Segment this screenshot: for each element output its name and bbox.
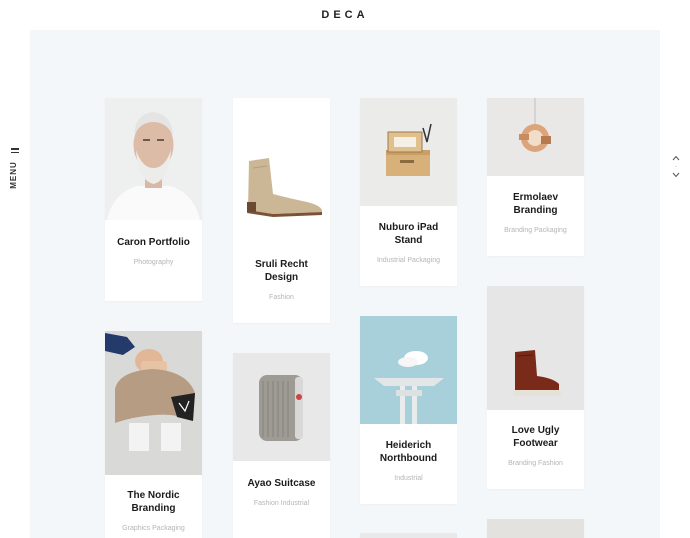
- portrait-image: [105, 98, 202, 220]
- menu-toggle[interactable]: MENU: [6, 148, 24, 190]
- header: DECA: [0, 0, 690, 30]
- chevron-up-icon[interactable]: [671, 154, 681, 163]
- card-tags: Fashion Industrial: [253, 500, 310, 507]
- cup-carrier-image: [105, 331, 202, 475]
- portfolio-grid: Caron Portfolio Photography Sruli Recht …: [30, 30, 660, 538]
- boot-image: [233, 98, 330, 244]
- card-title: The Nordic Branding: [127, 490, 180, 514]
- card-title: Heiderich Northbound: [379, 440, 438, 464]
- card-title: Love Ugly Footwear: [511, 425, 560, 449]
- brown-boot-image: [487, 286, 584, 410]
- portfolio-card-ayao[interactable]: Ayao Suitcase Fashion Industrial: [233, 353, 330, 538]
- portfolio-card-caron[interactable]: Caron Portfolio Photography: [105, 98, 202, 301]
- card-tags: Photography: [133, 259, 174, 266]
- scroll-dot: ·: [675, 164, 677, 170]
- card-tags: Branding Fashion: [508, 460, 563, 467]
- card-title: Nuburo iPad Stand: [378, 222, 439, 246]
- scroll-nav: ·: [671, 154, 681, 184]
- portfolio-card-heiderich[interactable]: Heiderich Northbound Industrial: [360, 316, 457, 504]
- card-title: Caron Portfolio: [117, 237, 190, 248]
- portfolio-card-partial[interactable]: [360, 533, 457, 538]
- portfolio-card-partial[interactable]: [487, 519, 584, 538]
- card-title: Ayao Suitcase: [247, 478, 316, 489]
- portfolio-card-love-ugly[interactable]: Love Ugly Footwear Branding Fashion: [487, 286, 584, 489]
- card-title: Ermolaev Branding: [512, 192, 559, 216]
- card-tags: Graphics Packaging: [122, 525, 185, 532]
- ipad-stand-image: [360, 98, 457, 206]
- card-tags: Branding Packaging: [504, 227, 567, 234]
- menu-label: MENU: [9, 161, 18, 189]
- suitcase-image: [233, 353, 330, 461]
- card-title: Sruli Recht Design: [255, 259, 308, 283]
- portfolio-card-nuburo[interactable]: Nuburo iPad Stand Industrial Packaging: [360, 98, 457, 286]
- hanging-lamp-image: [487, 98, 584, 176]
- portfolio-card-nordic[interactable]: The Nordic Branding Graphics Packaging: [105, 331, 202, 538]
- portfolio-card-sruli-recht[interactable]: Sruli Recht Design Fashion: [233, 98, 330, 323]
- chevron-down-icon[interactable]: [671, 171, 681, 180]
- portfolio-card-ermolaev[interactable]: Ermolaev Branding Branding Packaging: [487, 98, 584, 256]
- site-logo[interactable]: DECA: [0, 9, 690, 21]
- water-tower-image: [360, 316, 457, 424]
- card-tags: Fashion: [269, 294, 294, 301]
- card-tags: Industrial: [394, 475, 423, 482]
- card-tags: Industrial Packaging: [376, 257, 441, 264]
